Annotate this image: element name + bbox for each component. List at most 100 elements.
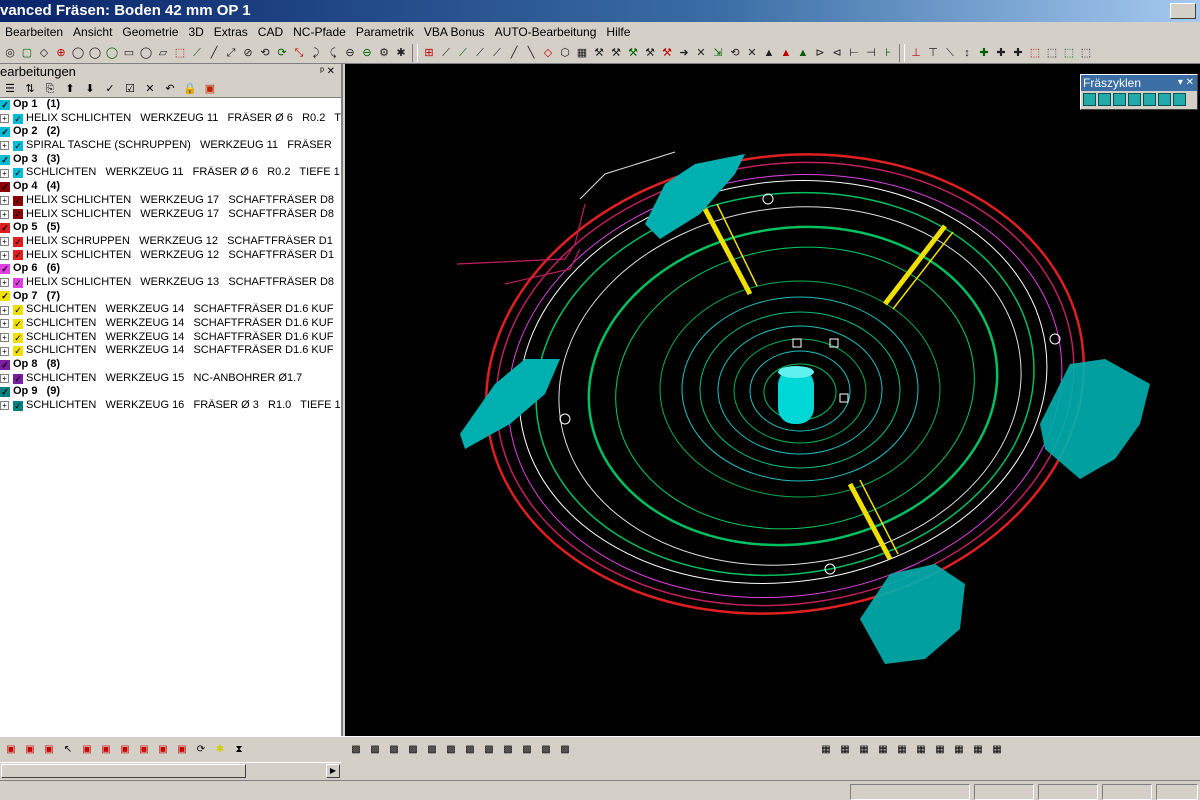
expand-icon[interactable]: + xyxy=(0,250,9,260)
toolbar-tool-icon[interactable]: ⬚ xyxy=(1044,45,1060,61)
light-icon[interactable]: ✱ xyxy=(212,742,228,758)
shade-icon[interactable]: ▩ xyxy=(519,742,535,758)
toolbar-tool-icon[interactable]: ╲ xyxy=(523,45,539,61)
operation-row[interactable]: + ✓ SCHLICHTEN WERKZEUG 16 FRÄSER Ø 3 R1.0… xyxy=(0,399,341,413)
cycle-icon[interactable] xyxy=(1173,93,1186,106)
menu-item-3d[interactable]: 3D xyxy=(183,22,208,42)
toolbar-tool-icon[interactable]: ⟋ xyxy=(489,45,505,61)
toolbar-tool-icon[interactable]: ✕ xyxy=(744,45,760,61)
operation-color-checkbox[interactable]: ✓ xyxy=(13,318,23,329)
expand-icon[interactable]: + xyxy=(0,209,9,219)
cube-icon[interactable]: ▣ xyxy=(136,742,152,758)
cycle-icon[interactable] xyxy=(1143,93,1156,106)
toolbar-tool-icon[interactable]: ⚒ xyxy=(642,45,658,61)
toolbar-tool-icon[interactable]: ▭ xyxy=(121,45,137,61)
grid-icon[interactable]: ▦ xyxy=(818,742,834,758)
tool-icon[interactable]: ▣ xyxy=(202,81,218,97)
toolbar-tool-icon[interactable]: ⟳ xyxy=(274,45,290,61)
grid-icon[interactable]: ▦ xyxy=(970,742,986,758)
toolbar-tool-icon[interactable]: ⤢ xyxy=(223,45,239,61)
toolbar-tool-icon[interactable]: ▦ xyxy=(574,45,590,61)
toolbar-tool-icon[interactable]: ⊦ xyxy=(880,45,896,61)
toolbar-tool-icon[interactable]: ⊞ xyxy=(421,45,437,61)
menu-item-bearbeiten[interactable]: Bearbeiten xyxy=(0,22,68,42)
toolbar-tool-icon[interactable]: ⚒ xyxy=(625,45,641,61)
cube-icon[interactable]: ▣ xyxy=(3,742,19,758)
delete-icon[interactable]: ✕ xyxy=(142,81,158,97)
operation-color-checkbox[interactable]: ✓ xyxy=(13,332,23,343)
scrollbar-thumb[interactable] xyxy=(1,764,246,778)
check-icon[interactable]: ✓ xyxy=(102,81,118,97)
toolbar-tool-icon[interactable]: ◯ xyxy=(87,45,103,61)
operation-row[interactable]: + ✓ HELIX SCHLICHTEN WERKZEUG 11 FRÄSER Ø … xyxy=(0,112,341,126)
rotate-icon[interactable]: ⟳ xyxy=(193,742,209,758)
toolbar-tool-icon[interactable]: ✚ xyxy=(993,45,1009,61)
shade-icon[interactable]: ▩ xyxy=(557,742,573,758)
operation-color-checkbox[interactable]: ✓ xyxy=(13,209,23,220)
shade-icon[interactable]: ▩ xyxy=(367,742,383,758)
expand-icon[interactable]: + xyxy=(0,305,9,315)
sort-icon[interactable]: ⇅ xyxy=(22,81,38,97)
operation-color-checkbox[interactable]: ✓ xyxy=(0,223,10,234)
operation-group-row[interactable]: ✓ Op 7 (7) xyxy=(0,290,341,304)
toolbar-tool-icon[interactable]: ⟋ xyxy=(189,45,205,61)
lock-icon[interactable]: 🔒 xyxy=(182,81,198,97)
toolbar-tool-icon[interactable]: ⤹ xyxy=(325,45,341,61)
cube-icon[interactable]: ▣ xyxy=(155,742,171,758)
operation-group-row[interactable]: ✓ Op 8 (8) xyxy=(0,358,341,372)
toolbar-tool-icon[interactable]: ⊖ xyxy=(342,45,358,61)
toolbar-tool-icon[interactable]: ⚒ xyxy=(608,45,624,61)
menu-item-auto-bearbeitung[interactable]: AUTO-Bearbeitung xyxy=(490,22,602,42)
operation-group-row[interactable]: ✓ Op 9 (9) xyxy=(0,385,341,399)
toolbar-tool-icon[interactable]: ⇲ xyxy=(710,45,726,61)
hourglass-icon[interactable]: ⧗ xyxy=(231,742,247,758)
toolbar-tool-icon[interactable]: ◯ xyxy=(70,45,86,61)
operation-color-checkbox[interactable]: ✓ xyxy=(13,373,23,384)
menu-item-extras[interactable]: Extras xyxy=(209,22,253,42)
shade-icon[interactable]: ▩ xyxy=(500,742,516,758)
cube-icon[interactable]: ▣ xyxy=(117,742,133,758)
operation-row[interactable]: + ✓ SCHLICHTEN WERKZEUG 14 SCHAFTFRÄSER D1… xyxy=(0,303,341,317)
operation-row[interactable]: + ✓ HELIX SCHRUPPEN WERKZEUG 12 SCHAFTFRÄS… xyxy=(0,235,341,249)
operation-color-checkbox[interactable]: ✓ xyxy=(13,400,23,411)
cube-icon[interactable]: ▣ xyxy=(174,742,190,758)
toolbar-tool-icon[interactable]: ✚ xyxy=(976,45,992,61)
toolbar-tool-icon[interactable]: ⊕ xyxy=(53,45,69,61)
toolbar-tool-icon[interactable]: ⊘ xyxy=(240,45,256,61)
shade-icon[interactable]: ▩ xyxy=(424,742,440,758)
grid-icon[interactable]: ▦ xyxy=(856,742,872,758)
pin-icon[interactable]: ᵖ ✕ xyxy=(320,64,335,80)
toolbar-tool-icon[interactable]: ⤸ xyxy=(308,45,324,61)
cube-icon[interactable]: ▣ xyxy=(22,742,38,758)
toolbar-tool-icon[interactable]: ⟲ xyxy=(727,45,743,61)
scroll-right-icon[interactable]: ▶ xyxy=(326,764,340,778)
grid-icon[interactable]: ▦ xyxy=(913,742,929,758)
operation-color-checkbox[interactable]: ✓ xyxy=(0,264,10,275)
undo-icon[interactable]: ↶ xyxy=(162,81,178,97)
toolbar-tool-icon[interactable]: ➜ xyxy=(676,45,692,61)
shade-icon[interactable]: ▩ xyxy=(481,742,497,758)
cube-icon[interactable]: ▣ xyxy=(41,742,57,758)
operation-color-checkbox[interactable]: ✓ xyxy=(0,291,10,302)
toolbar-tool-icon[interactable]: ⊤ xyxy=(925,45,941,61)
menu-item-cad[interactable]: CAD xyxy=(253,22,288,42)
arrow-up-icon[interactable]: ⬆ xyxy=(62,81,78,97)
operation-color-checkbox[interactable]: ✓ xyxy=(13,305,23,316)
toolbar-tool-icon[interactable]: ╱ xyxy=(206,45,222,61)
operation-row[interactable]: + ✓ SCHLICHTEN WERKZEUG 14 SCHAFTFRÄSER D1… xyxy=(0,331,341,345)
expand-icon[interactable]: + xyxy=(0,114,9,124)
toolbar-tool-icon[interactable]: ⊳ xyxy=(812,45,828,61)
shade-icon[interactable]: ▩ xyxy=(462,742,478,758)
cycle-icon[interactable] xyxy=(1128,93,1141,106)
expand-icon[interactable]: + xyxy=(0,141,9,151)
expand-icon[interactable]: + xyxy=(0,168,9,178)
operation-color-checkbox[interactable]: ✓ xyxy=(0,154,10,165)
operation-row[interactable]: + ✓ HELIX SCHLICHTEN WERKZEUG 13 SCHAFTFRÄ… xyxy=(0,276,341,290)
arrow-down-icon[interactable]: ⬇ xyxy=(82,81,98,97)
grid-icon[interactable]: ▦ xyxy=(894,742,910,758)
copy-icon[interactable]: ⎘ xyxy=(42,81,58,97)
toolbar-tool-icon[interactable]: ◎ xyxy=(2,45,18,61)
expand-icon[interactable]: + xyxy=(0,374,9,384)
cycle-icon[interactable] xyxy=(1083,93,1096,106)
menu-item-ansicht[interactable]: Ansicht xyxy=(68,22,117,42)
